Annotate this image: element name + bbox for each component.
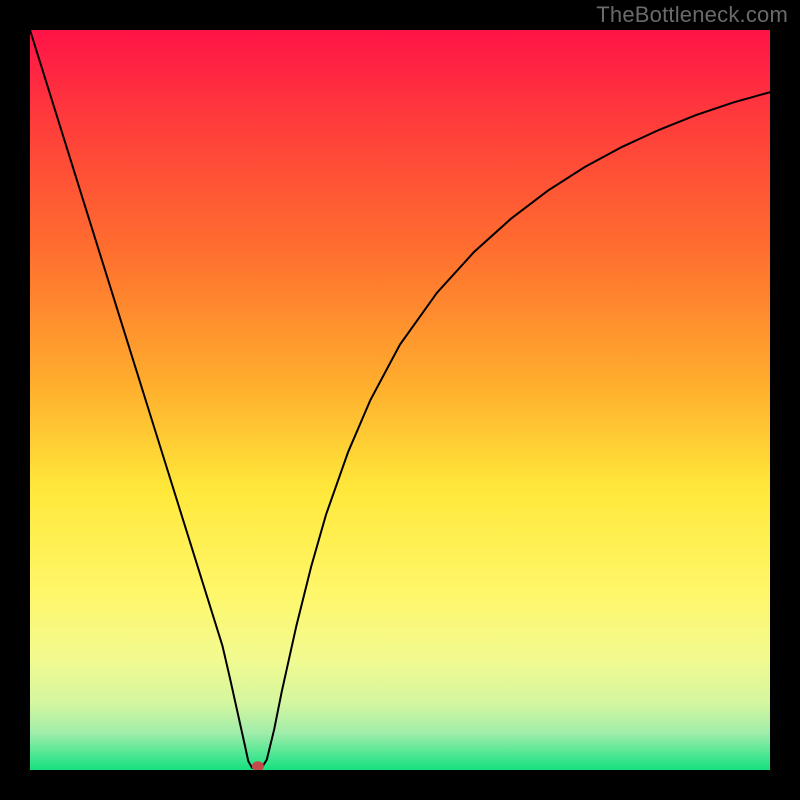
gradient-background	[30, 30, 770, 770]
watermark-text: TheBottleneck.com	[596, 2, 788, 28]
chart-frame: TheBottleneck.com	[0, 0, 800, 800]
chart-svg	[30, 30, 770, 770]
plot-area	[30, 30, 770, 770]
